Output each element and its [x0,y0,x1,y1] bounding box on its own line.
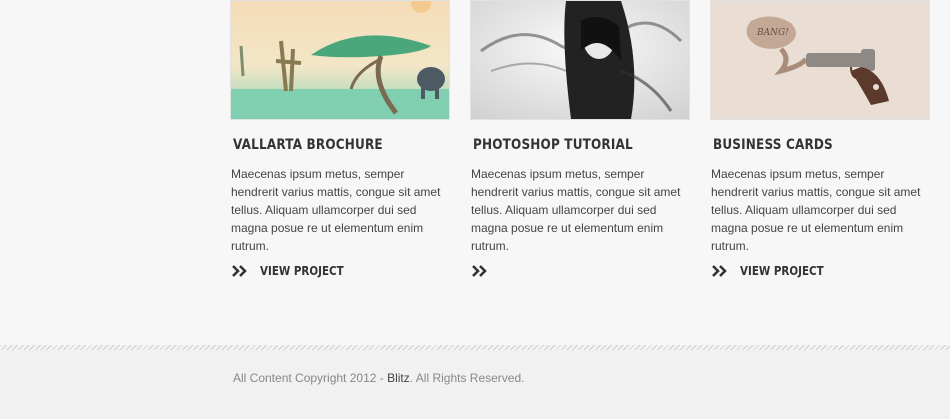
project-thumbnail[interactable] [230,0,450,120]
project-title[interactable]: Business Cards [713,137,900,157]
footer: All Content Copyright 2012 - Blitz. All … [0,345,950,419]
portfolio-grid: Vallarta Brochure Maecenas ipsum metus, … [0,0,950,345]
brand-link[interactable]: Blitz [387,371,410,385]
giraffe-tree-illustration [231,1,449,119]
footer-divider [0,345,950,350]
project-title[interactable]: Photoshop Tutorial [473,137,660,157]
view-project-label: View Project [740,264,824,278]
view-project-link[interactable]: View Project [712,263,837,279]
project-description: Maecenas ipsum metus, semper hendrerit v… [231,167,441,253]
project-card-vallarta: Vallarta Brochure Maecenas ipsum metus, … [230,0,450,278]
copyright-prefix: All Content Copyright 2012 - [233,371,388,385]
project-card-photoshop: Photoshop Tutorial Maecenas ipsum metus,… [470,0,690,277]
copyright-text: All Content Copyright 2012 - Blitz. All … [233,371,524,385]
project-card-business-cards: BANG! Business Cards Maecenas ipsum metu… [710,0,930,278]
project-description: Maecenas ipsum metus, semper hendrerit v… [471,167,681,253]
double-chevron-right-icon [232,265,247,277]
view-project-label: View Project [260,264,344,278]
double-chevron-right-icon [472,265,487,277]
copyright-suffix: . All Rights Reserved. [409,371,525,385]
smoke-portrait-photo [471,1,689,119]
double-chevron-right-icon [712,265,727,277]
view-project-link[interactable] [472,263,500,279]
project-description: Maecenas ipsum metus, semper hendrerit v… [711,167,921,253]
project-thumbnail[interactable]: BANG! [710,0,930,120]
view-project-link[interactable]: View Project [232,263,357,279]
svg-text:BANG!: BANG! [756,28,789,38]
project-title[interactable]: Vallarta Brochure [233,137,420,157]
pistol-illustration: BANG! [711,1,929,119]
project-thumbnail[interactable] [470,0,690,120]
